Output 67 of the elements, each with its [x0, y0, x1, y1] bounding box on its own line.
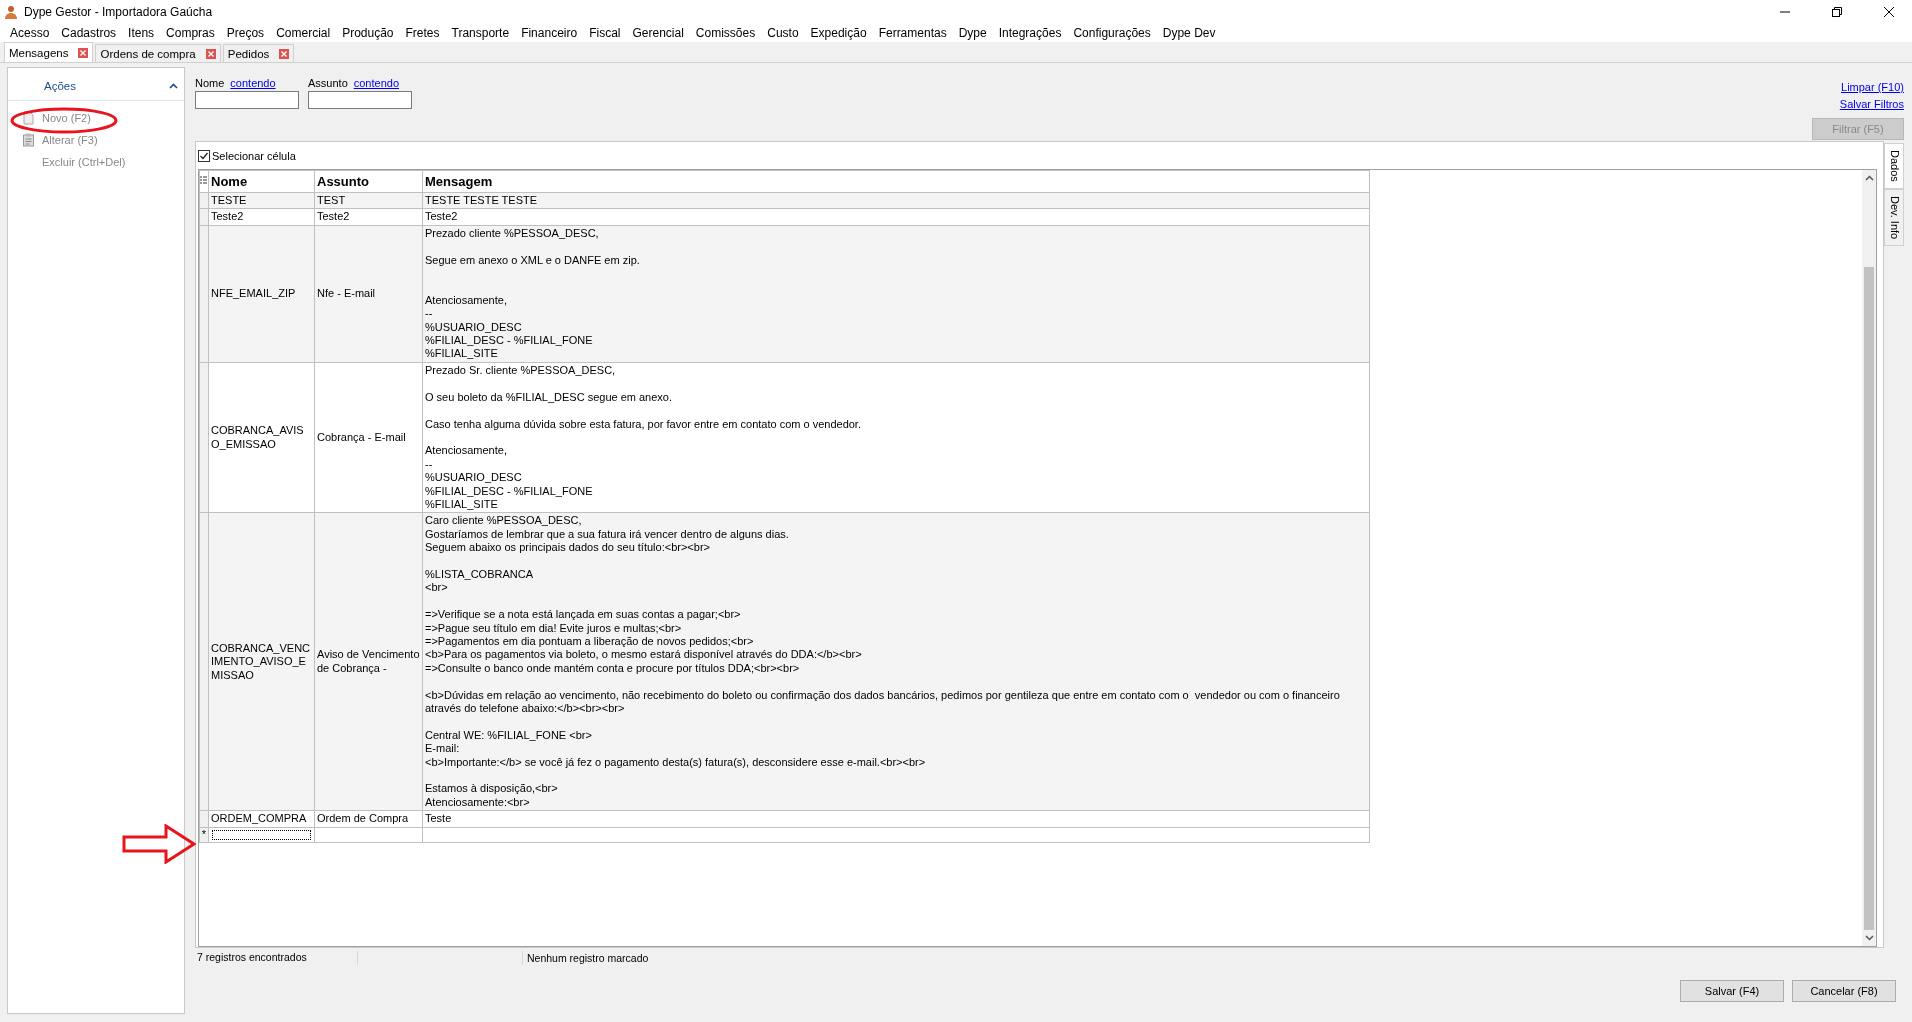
menu-item[interactable]: Fiscal: [583, 26, 627, 40]
column-header[interactable]: Assunto: [314, 170, 423, 193]
field-label: Nome: [195, 77, 225, 89]
scroll-up-icon[interactable]: [1864, 175, 1874, 181]
checkbox-label: Selecionar célula: [212, 150, 296, 162]
menu-item[interactable]: Preços: [220, 26, 271, 40]
menu-item[interactable]: Gerencial: [626, 26, 690, 40]
column-header[interactable]: Mensagem: [422, 170, 1370, 193]
tab[interactable]: Mensagens: [4, 42, 94, 62]
person-icon: [4, 5, 18, 19]
menu-item[interactable]: Cadastros: [55, 26, 123, 40]
menu-item[interactable]: Expedição: [804, 26, 873, 40]
menu-item[interactable]: Financeiro: [515, 26, 584, 40]
menu-item[interactable]: Dype Dev: [1156, 26, 1222, 40]
link[interactable]: Limpar (F10): [1841, 81, 1904, 93]
scroll-down-icon[interactable]: [1864, 935, 1874, 941]
input-field[interactable]: [308, 91, 412, 109]
action-button[interactable]: Salvar (F4): [1680, 980, 1784, 1002]
status-text: 7 registros encontrados: [195, 951, 358, 965]
menu-item[interactable]: Itens: [122, 26, 161, 40]
row-indicator: *: [199, 827, 209, 843]
table-cell: Prezado Sr. cliente %PESSOA_DESC, O seu boleto da %FILIAL_DESC segue em anexo. Caso tenha alguma dúvida sobre esta fatura, por favor entre em contato com o vendedor. Atenciosamente, -- %USUARIO_DESC %FILIAL_DESC - %FILIAL_FONE %FILIAL_SITE: [422, 362, 1370, 513]
menu-item[interactable]: Custo: [761, 26, 805, 40]
menu-item[interactable]: Fretes: [399, 26, 446, 40]
menu-item[interactable]: Configurações: [1067, 26, 1157, 40]
menu-item[interactable]: Comercial: [270, 26, 337, 40]
menu-item[interactable]: Ferramentas: [872, 26, 953, 40]
side-tab[interactable]: Dados: [1884, 143, 1904, 189]
panel-title: Ações: [44, 80, 76, 92]
tab[interactable]: Ordens de compra: [95, 44, 221, 62]
status-text: Nenhum registro marcado: [526, 952, 649, 964]
table-cell: Cobrança - E-mail: [314, 362, 423, 513]
side-tab[interactable]: Dev. Info: [1884, 188, 1904, 246]
menu-item[interactable]: Compras: [160, 26, 221, 40]
close-icon[interactable]: [279, 48, 290, 59]
menu-item[interactable]: Integrações: [992, 26, 1068, 40]
clipboard-icon: [22, 133, 35, 147]
column-chooser-icon[interactable]: [200, 175, 207, 186]
input-field[interactable]: [195, 91, 299, 109]
menu-item[interactable]: Acesso: [4, 26, 56, 40]
link[interactable]: Salvar Filtros: [1839, 98, 1904, 110]
menu-item[interactable]: Dype: [952, 26, 993, 40]
table-cell: Caro cliente %PESSOA_DESC, Gostaríamos de lembrar que a sua fatura irá vencer dentro de alguns dias. Seguem abaixo os principais dados do seu título:<br><br> %LISTA_COBRANCA <br> =>Verifique se a nota está lançada em suas contas a pagar;<br> =>Pague seu título em dia! Evite juros e multas;<br> =>Pagamentos em dia pontuam a liberação de novos pedidos;<br> <b>Para os pagamentos via boleto, o mesmo estará disponível através do DDA:</b><br> =>Consulte o banco onde mantém conta e procure por títulos DDA;<br><br> <b>Dúvidas em relação ao vencimento, não recebimento do boleto ou confirmação dos dados bancários, pedimos por gentileza que entre em contato com o vendedor ou com o financeiro através do telefone abaixo:</b><br><br> Central WE: %FILIAL_FONE <br> E-mail: <b>Importante:</b> se você já fez o pagamento desta(s) fatura(s), desconsidere esse e-mail.<br><br> Estamos à disposição,<br> Atenciosamente:<br>: [422, 512, 1370, 811]
close-icon[interactable]: [205, 48, 216, 59]
filter-mode-link[interactable]: contendo: [230, 77, 276, 89]
collapse-icon[interactable]: [169, 83, 178, 89]
tab[interactable]: Pedidos: [222, 44, 295, 62]
table-cell: NFE_EMAIL_ZIP: [208, 225, 315, 363]
table-cell: COBRANCA_VENCIMENTO_AVISO_EMISSAO: [208, 512, 315, 811]
filter-mode-link[interactable]: contendo: [353, 77, 399, 89]
column-header[interactable]: Nome: [208, 170, 315, 193]
arrow-icon: [122, 824, 196, 864]
table-cell: Nfe - E-mail: [314, 225, 423, 363]
field-label: Assunto: [308, 77, 348, 89]
checkbox[interactable]: [198, 150, 210, 162]
table-cell: COBRANCA_AVISO_EMISSAO: [208, 362, 315, 513]
menu-item[interactable]: Transporte: [445, 26, 516, 40]
action-button[interactable]: Cancelar (F8): [1792, 980, 1896, 1002]
close-icon[interactable]: [78, 47, 89, 58]
menu-item[interactable]: Comissões: [689, 26, 762, 40]
window-title: Dype Gestor - Importadora Gaúcha: [24, 5, 214, 19]
table-cell: Aviso de Vencimento de Cobrança -: [314, 512, 423, 811]
document-icon: [22, 111, 35, 125]
table-cell[interactable]: [211, 828, 312, 841]
scrollbar[interactable]: [1862, 170, 1876, 946]
table-cell: Prezado cliente %PESSOA_DESC, Segue em anexo o XML e o DANFE em zip. Atenciosamente, -- %USUARIO_DESC %FILIAL_DESC - %FILIAL_FONE %FILIAL_SITE: [422, 225, 1370, 363]
menu-item[interactable]: Produção: [336, 26, 400, 40]
